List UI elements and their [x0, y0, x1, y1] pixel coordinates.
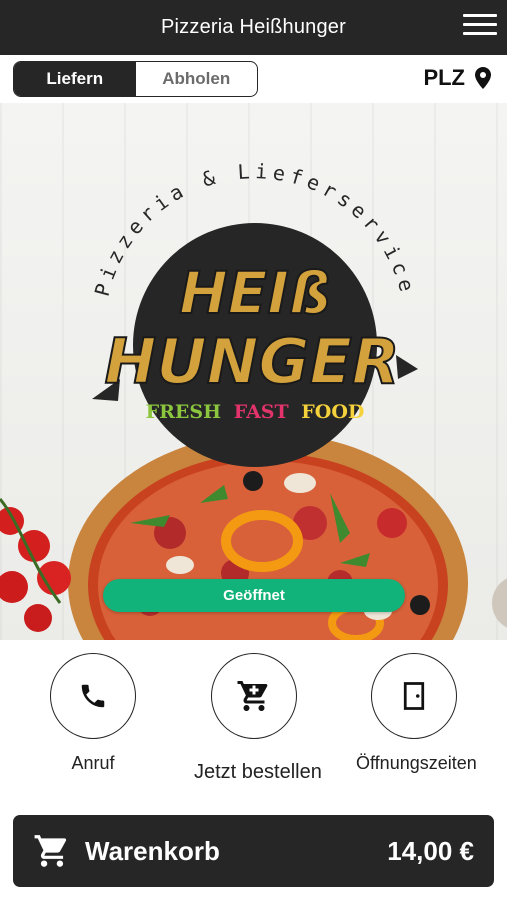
tagline-word-fast: FAST	[234, 401, 289, 423]
tab-liefern[interactable]: Liefern	[14, 62, 136, 96]
logo-tagline: FRESH FAST FOOD	[146, 401, 365, 423]
tab-abholen[interactable]: Abholen	[136, 62, 258, 96]
restaurant-logo: Pizzeria & Lieferservice HEIß HUNGER FRE…	[90, 159, 418, 467]
open-status-badge[interactable]: Geöffnet	[103, 579, 405, 612]
hero-artwork: Pizzeria & Lieferservice HEIß HUNGER FRE…	[0, 159, 507, 640]
order-now-button-circle[interactable]	[211, 653, 297, 739]
delivery-mode-toggle: Liefern Abholen	[13, 61, 258, 97]
app-title: Pizzeria Heißhunger	[161, 16, 346, 38]
phone-icon	[81, 684, 105, 708]
postcode-selector[interactable]: PLZ	[423, 63, 491, 93]
call-label: Anruf	[71, 753, 115, 773]
call-button[interactable]: Anruf	[50, 653, 136, 774]
opening-hours-button[interactable]: Öffnungszeiten	[356, 653, 477, 774]
order-now-button[interactable]: Jetzt bestellen	[194, 653, 322, 784]
hamburger-menu-icon[interactable]	[463, 14, 497, 40]
logo-line1: HEIß	[179, 259, 330, 327]
location-pin-icon	[475, 67, 491, 89]
tagline-word-fresh: FRESH	[146, 401, 221, 423]
shopping-cart-icon	[237, 681, 268, 711]
opening-hours-button-circle[interactable]	[371, 653, 457, 739]
door-icon	[403, 682, 425, 710]
plate-image	[492, 578, 507, 628]
cart-total: 14,00 €	[387, 836, 474, 866]
opening-hours-label: Öffnungszeiten	[356, 753, 477, 773]
hero-banner: Pizzeria & Lieferservice HEIß HUNGER FRE…	[0, 103, 507, 640]
order-now-label: Jetzt bestellen	[194, 761, 322, 783]
cart-label: Warenkorb	[85, 836, 220, 866]
tagline-word-food: FOOD	[301, 401, 364, 423]
postcode-label: PLZ	[423, 65, 465, 90]
shopping-cart-icon	[34, 835, 67, 867]
cart-bar[interactable]: Warenkorb 14,00 €	[13, 815, 494, 887]
logo-line2: HUNGER	[104, 325, 399, 398]
call-button-circle[interactable]	[50, 653, 136, 739]
top-app-bar: Pizzeria Heißhunger	[0, 0, 507, 55]
tomatoes-image	[0, 498, 71, 632]
